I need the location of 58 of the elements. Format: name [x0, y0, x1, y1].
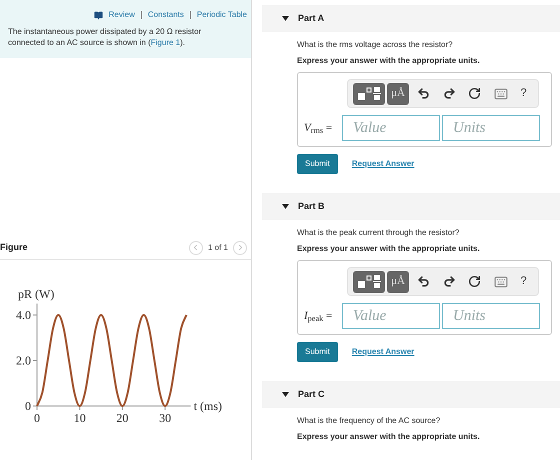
question-text: What is the rms voltage across the resistor? [297, 40, 454, 50]
tick-label: 30 [159, 411, 172, 425]
templates-icon [357, 86, 381, 100]
part-title: Part C [298, 388, 325, 401]
submit-button[interactable]: Submit [297, 154, 338, 174]
instruction-text: Express your answer with the appropriate units. [297, 432, 481, 442]
tick-label: 2.0 [16, 354, 31, 368]
undo-icon[interactable] [417, 87, 430, 100]
value-field[interactable]: Value [342, 115, 440, 141]
templates-icon [357, 274, 381, 288]
value-field[interactable]: Value [342, 303, 440, 329]
reset-icon[interactable] [468, 87, 482, 100]
help-button[interactable]: ? [520, 273, 527, 290]
tick-label: 10 [74, 411, 86, 425]
submit-button[interactable]: Submit [297, 342, 338, 362]
axis-label: t (ms) [194, 399, 222, 413]
request-answer-link[interactable]: Request Answer [352, 346, 414, 358]
tick-label: 20 [116, 411, 128, 425]
keyboard-icon[interactable] [494, 274, 508, 288]
figure-pager: 1 of 1 [208, 242, 228, 254]
tick-label: 0 [34, 411, 40, 425]
units-field[interactable]: Units [442, 303, 540, 329]
answer-label: I$_{peak}$ = [304, 308, 334, 324]
units-field[interactable]: Units [442, 115, 540, 141]
part-title: Part B [298, 200, 325, 213]
tick-label: 4.0 [16, 308, 31, 322]
redo-icon[interactable] [442, 87, 456, 100]
help-button[interactable]: ? [520, 85, 527, 102]
part-title: Part A [298, 12, 324, 25]
question-text: What is the peak current through the resistor? [297, 228, 460, 238]
instruction-text: Express your answer with the appropriate units. [297, 244, 481, 254]
templates-button[interactable] [353, 270, 385, 292]
axis-label: pR (W) [18, 287, 54, 301]
templates-button[interactable] [353, 82, 385, 104]
units-button[interactable]: μÅ [387, 82, 409, 104]
question-text: What is the frequency of the AC source? [297, 416, 442, 426]
book-icon [94, 10, 103, 20]
caret-icon [282, 392, 289, 397]
request-answer-link[interactable]: Request Answer [352, 158, 414, 170]
keyboard-icon[interactable] [494, 86, 508, 100]
part-header[interactable]: Part A [262, 5, 560, 32]
answer-label: V$_{rms}$ = [304, 120, 334, 136]
figure-title: Figure [0, 240, 28, 254]
part-header[interactable]: Part C [262, 381, 560, 408]
units-button[interactable]: μÅ [387, 270, 409, 292]
resource-link[interactable]: Periodic Table [196, 9, 247, 21]
part-header[interactable]: Part B [262, 193, 560, 220]
undo-icon[interactable] [417, 275, 430, 288]
caret-icon [282, 204, 289, 209]
resource-link[interactable]: Constants [148, 9, 184, 21]
intro-text: The instantaneous power dissipated by a 20 Ω resistor connected to an AC source is shown in (Figure 1). [8, 26, 202, 48]
resource-link[interactable]: Review [108, 9, 135, 21]
tick-label: 0 [25, 399, 31, 413]
redo-icon[interactable] [442, 275, 456, 288]
reset-icon[interactable] [468, 275, 482, 288]
caret-icon [282, 16, 289, 21]
instruction-text: Express your answer with the appropriate units. [297, 56, 481, 66]
figure-link[interactable]: Figure 1 [150, 38, 180, 47]
